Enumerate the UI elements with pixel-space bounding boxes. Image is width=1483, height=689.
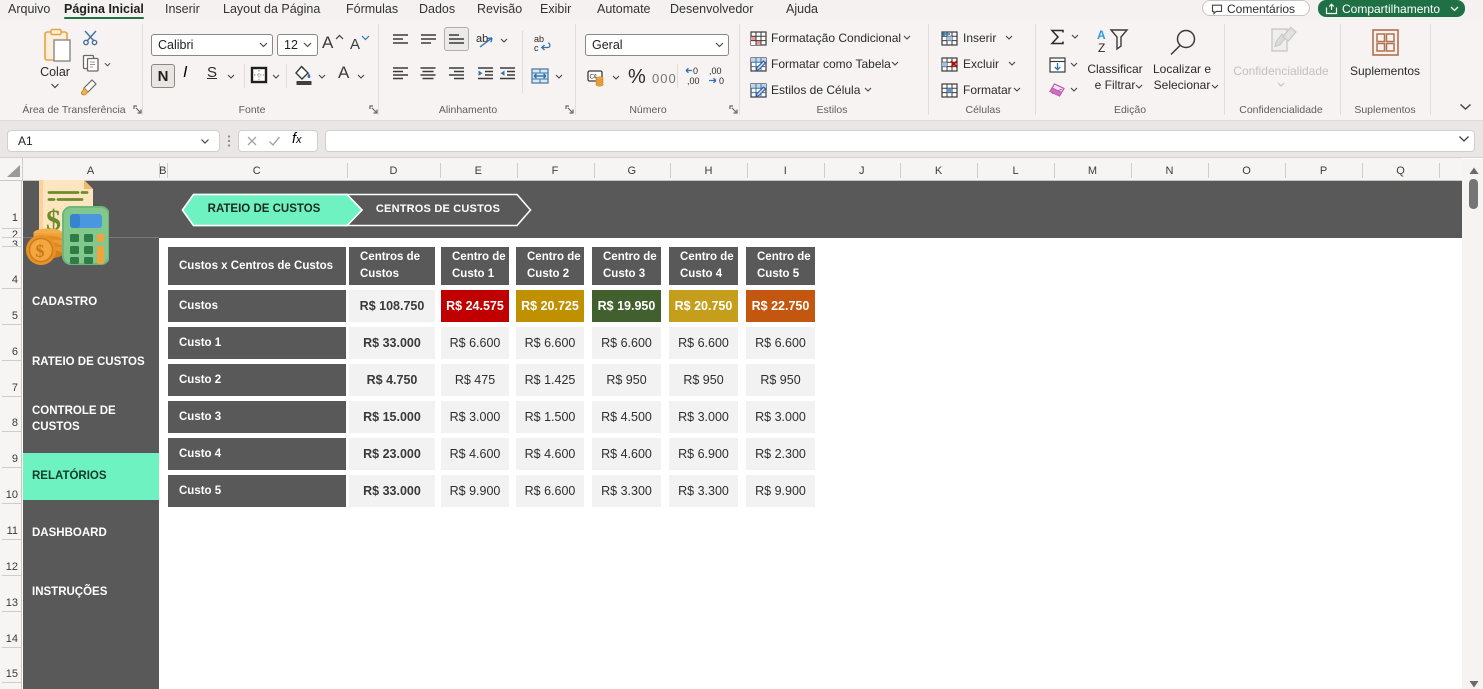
svg-text:,00: ,00 (687, 76, 700, 86)
svg-text:Z: Z (1098, 41, 1105, 53)
svg-text:c: c (534, 43, 539, 53)
svg-text:0: 0 (719, 76, 724, 86)
svg-text:0: 0 (693, 66, 698, 76)
svg-text:,00: ,00 (709, 66, 722, 76)
svg-text:$: $ (36, 241, 45, 261)
svg-text:A: A (1097, 28, 1106, 42)
svg-text:ab: ab (476, 33, 488, 45)
